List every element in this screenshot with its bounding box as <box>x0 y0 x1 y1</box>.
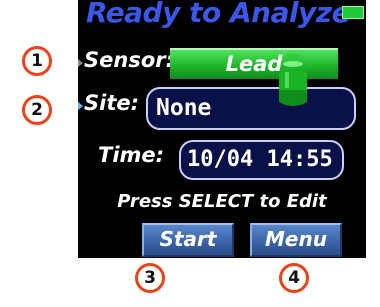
callout-2: 2 <box>22 95 52 125</box>
sensor-value[interactable]: Lead <box>170 48 338 79</box>
time-field[interactable]: 10/04 14:55 <box>179 140 344 180</box>
sensor-label: Sensor: <box>84 48 174 72</box>
cursor-arrow-icon <box>78 101 83 111</box>
start-button[interactable]: Start <box>142 223 234 257</box>
sensor-module-icon <box>279 54 307 106</box>
site-field[interactable]: None <box>146 87 356 130</box>
device-screen: Ready to Analyze Sensor: Lead Site: None… <box>78 0 366 258</box>
callout-4: 4 <box>279 263 309 293</box>
battery-icon <box>342 6 364 19</box>
site-label: Site: <box>84 91 140 115</box>
callout-1: 1 <box>22 46 52 76</box>
screen-title: Ready to Analyze <box>86 0 351 29</box>
callout-3: 3 <box>135 263 165 293</box>
cursor-arrow-icon <box>78 58 83 68</box>
edit-prompt: Press SELECT to Edit <box>117 191 327 212</box>
menu-button[interactable]: Menu <box>250 223 342 257</box>
time-label: Time: <box>98 143 165 167</box>
